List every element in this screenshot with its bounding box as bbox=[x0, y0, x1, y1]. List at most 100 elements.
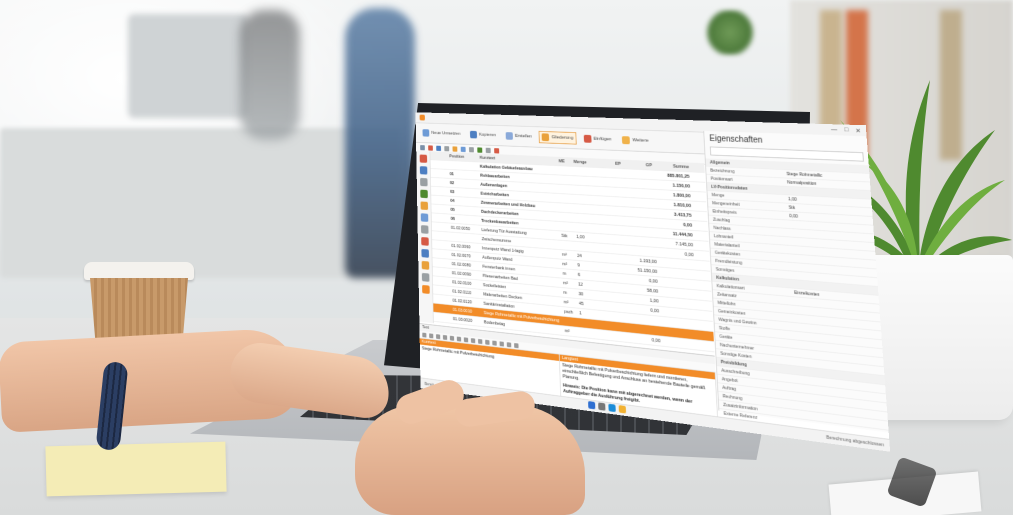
ribbon-button[interactable]: Weitere bbox=[619, 134, 652, 148]
toolbar-icon[interactable] bbox=[460, 146, 466, 152]
laptop-screen: — □ ✕ Neue Umsetzen Kopieren Erstellen Glie… bbox=[405, 112, 891, 452]
side-tool-icon[interactable] bbox=[420, 213, 428, 222]
grid-cell: m² bbox=[564, 328, 570, 334]
grid-cell bbox=[623, 211, 655, 213]
side-tool-icon[interactable] bbox=[420, 236, 429, 246]
grid-cell: 03 bbox=[450, 189, 455, 195]
minimize-icon[interactable]: — bbox=[831, 127, 838, 134]
grid-cell bbox=[442, 263, 452, 264]
grid-cell: m bbox=[562, 271, 567, 277]
format-icon[interactable] bbox=[463, 336, 469, 343]
grid-cell bbox=[433, 280, 443, 281]
grid-cell bbox=[598, 276, 626, 278]
ribbon-button[interactable]: Einfügen bbox=[580, 132, 614, 146]
grid-cell bbox=[622, 192, 653, 194]
ribbon-icon bbox=[541, 133, 550, 142]
side-tool-icon[interactable] bbox=[419, 166, 428, 175]
side-tool-icon[interactable] bbox=[421, 284, 430, 294]
grid-cell: 0,00 bbox=[648, 278, 658, 285]
grid-cell bbox=[595, 219, 623, 221]
grid-cell bbox=[449, 165, 479, 166]
grid-cell bbox=[599, 315, 627, 318]
ribbon-button[interactable]: Gliederung bbox=[538, 130, 577, 145]
toolbar-icon[interactable] bbox=[468, 146, 474, 153]
toolbar-icon[interactable] bbox=[444, 145, 450, 152]
format-icon[interactable] bbox=[442, 334, 448, 340]
grid-cell bbox=[432, 235, 442, 236]
grid-cell bbox=[432, 217, 442, 218]
grid-cell bbox=[628, 328, 660, 331]
grid-cell bbox=[441, 236, 451, 237]
background-plant bbox=[705, 10, 755, 55]
grid-cell bbox=[431, 208, 441, 209]
side-tool-icon[interactable] bbox=[420, 225, 429, 234]
ribbon-button[interactable]: Erstellen bbox=[503, 130, 535, 143]
format-icon[interactable] bbox=[449, 335, 455, 341]
side-tool-icon[interactable] bbox=[421, 248, 429, 258]
grid-cell bbox=[621, 173, 652, 175]
cup-lid bbox=[84, 262, 194, 280]
format-icon[interactable] bbox=[470, 337, 476, 343]
format-icon[interactable] bbox=[456, 336, 462, 342]
toolbar-icon[interactable] bbox=[494, 147, 500, 154]
grid-cell bbox=[442, 272, 452, 273]
toolbar-icon[interactable] bbox=[436, 145, 442, 151]
browser-icon[interactable] bbox=[608, 403, 616, 413]
format-icon[interactable] bbox=[514, 342, 519, 348]
close-icon[interactable]: ✕ bbox=[855, 127, 861, 134]
side-tool-icon[interactable] bbox=[420, 201, 428, 211]
maximize-icon[interactable]: □ bbox=[844, 127, 848, 134]
ribbon-button[interactable]: Neue Umsetzen bbox=[420, 127, 464, 140]
grid-cell: 1,00 bbox=[576, 234, 585, 240]
start-icon[interactable] bbox=[588, 401, 596, 410]
grid-cell bbox=[443, 299, 453, 300]
grid-cell: 01.03.0010 bbox=[452, 307, 473, 314]
grid-cell: 0,00 bbox=[651, 337, 661, 344]
grid-cell: Position bbox=[449, 153, 465, 160]
format-icon[interactable] bbox=[435, 333, 441, 339]
format-icon[interactable] bbox=[499, 340, 504, 347]
grid-cell bbox=[659, 301, 697, 305]
grid-cell bbox=[598, 286, 626, 289]
format-icon[interactable] bbox=[492, 340, 497, 346]
grid-cell bbox=[433, 308, 443, 309]
property-value bbox=[786, 166, 865, 169]
side-tool-icon[interactable] bbox=[419, 189, 428, 199]
grid-cell bbox=[560, 208, 575, 209]
search-icon[interactable] bbox=[598, 402, 606, 411]
folder-icon[interactable] bbox=[618, 405, 627, 414]
ribbon-label: Einfügen bbox=[593, 136, 612, 143]
grid-cell bbox=[561, 217, 576, 218]
grid-cell: 05 bbox=[450, 207, 455, 213]
toolbar-icon[interactable] bbox=[452, 146, 458, 152]
side-tool-icon[interactable] bbox=[419, 177, 428, 187]
toolbar-icon[interactable] bbox=[485, 147, 491, 153]
format-icon[interactable] bbox=[506, 341, 512, 348]
grid-cell bbox=[594, 191, 622, 193]
grid-cell bbox=[574, 171, 594, 172]
format-icon[interactable] bbox=[422, 332, 427, 338]
grid-cell: m² bbox=[562, 261, 568, 267]
grid-cell: Stk bbox=[561, 233, 568, 239]
format-icon[interactable] bbox=[485, 339, 490, 345]
grid-cell bbox=[575, 208, 595, 209]
format-icon[interactable] bbox=[429, 332, 434, 339]
side-tool-icon[interactable] bbox=[421, 272, 430, 282]
side-tool-icon[interactable] bbox=[421, 260, 429, 270]
grid-cell bbox=[434, 317, 444, 318]
grid-cell: m² bbox=[563, 299, 569, 305]
toolbar-icon[interactable] bbox=[477, 147, 483, 153]
toolbar-icon[interactable] bbox=[420, 144, 425, 150]
grid-cell: 9 bbox=[577, 262, 580, 268]
ribbon-button[interactable]: Kopieren bbox=[467, 129, 499, 142]
side-tool-icon[interactable] bbox=[419, 154, 427, 163]
toolbar-icon[interactable] bbox=[428, 144, 433, 151]
ribbon-label: Gliederung bbox=[551, 135, 574, 141]
grid-cell bbox=[442, 254, 452, 255]
grid-cell: 1.150,00 bbox=[672, 183, 691, 189]
background-desk bbox=[0, 128, 400, 278]
grid-cell: Summe bbox=[672, 163, 690, 170]
grid-cell: m bbox=[563, 290, 567, 296]
ribbon-icon bbox=[469, 130, 478, 139]
format-icon[interactable] bbox=[477, 338, 483, 344]
